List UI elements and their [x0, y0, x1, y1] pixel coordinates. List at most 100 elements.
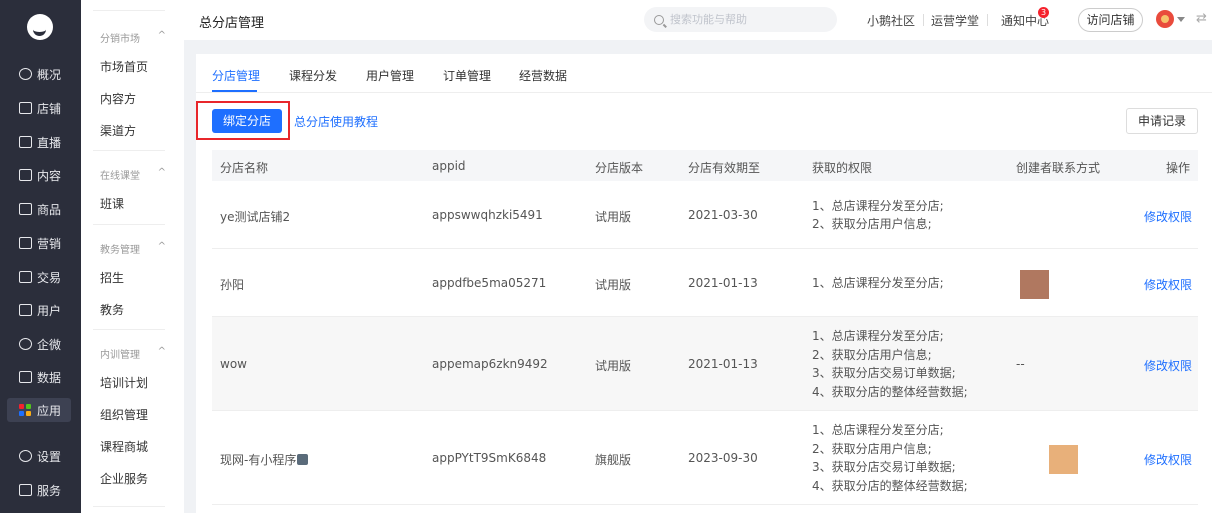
- tab-order-management[interactable]: 订单管理: [443, 67, 491, 84]
- subnav-divider: [93, 329, 165, 330]
- apps-icon: [19, 404, 32, 416]
- permission-item: 1、总店课程分发至分店;: [812, 423, 944, 437]
- wecom-icon: [19, 338, 32, 350]
- nav-item-label: 直播: [37, 135, 62, 150]
- nav-item-label: 营销: [37, 236, 62, 251]
- tutorial-link[interactable]: 总分店使用教程: [294, 113, 378, 130]
- apply-records-button[interactable]: 申请记录: [1126, 108, 1198, 134]
- link-community[interactable]: 小鹅社区: [867, 12, 915, 29]
- subnav-item[interactable]: 招生: [100, 269, 124, 286]
- subnav-group-header[interactable]: 教务管理 ^: [100, 241, 166, 256]
- tab-bar: 分店管理 课程分发 用户管理 订单管理 经营数据: [196, 54, 1212, 93]
- column-header: 获取的权限: [812, 161, 873, 175]
- permission-item: 3、获取分店交易订单数据;: [812, 366, 956, 380]
- edit-permissions-link[interactable]: 修改权限: [1144, 208, 1192, 225]
- subnav-item[interactable]: 企业服务: [100, 470, 148, 487]
- subnav-item[interactable]: 教务: [100, 301, 124, 318]
- subnav-group-header[interactable]: 在线课堂 ^: [100, 167, 166, 182]
- avatar[interactable]: [1156, 10, 1174, 28]
- expire-date-cell: 2023-09-30: [688, 451, 758, 465]
- subnav-item[interactable]: 培训计划: [100, 374, 148, 391]
- app-logo-icon[interactable]: [27, 14, 53, 40]
- tab-user-management[interactable]: 用户管理: [366, 67, 414, 84]
- column-header: 创建者联系方式: [1016, 161, 1101, 175]
- data-icon: [19, 371, 32, 383]
- subnav-group-header[interactable]: 分销市场 ^: [100, 30, 166, 45]
- goods-icon: [19, 203, 32, 215]
- content-panel: 分店管理 课程分发 用户管理 订单管理 经营数据 绑定分店 总分店使用教程 申请…: [196, 54, 1212, 513]
- main-nav: 概况店铺直播内容商品营销交易用户企微数据应用设置服务: [0, 0, 81, 513]
- subnav-divider: [93, 224, 165, 225]
- version-cell: 试用版: [595, 210, 632, 224]
- table-row: wow appemap6zkn9492 试用版 2021-01-13 1、总店课程分发至…: [212, 317, 1198, 411]
- subnav-item[interactable]: 渠道方: [100, 122, 136, 139]
- robot-emoji-icon: [297, 454, 309, 465]
- link-academy[interactable]: 运营学堂: [931, 12, 979, 29]
- nav-item-content[interactable]: 内容: [7, 163, 71, 187]
- nav-item-label: 数据: [37, 370, 62, 385]
- nav-item-service[interactable]: 服务: [7, 478, 71, 502]
- expire-date-cell: 2021-01-13: [688, 357, 758, 371]
- nav-item-label: 商品: [37, 202, 62, 217]
- nav-item-label: 应用: [37, 403, 62, 418]
- contact-qrcode-image[interactable]: [1049, 445, 1078, 474]
- version-cell: 旗舰版: [595, 453, 632, 467]
- nav-item-user[interactable]: 用户: [7, 298, 71, 322]
- subnav-divider: [93, 10, 165, 11]
- expire-date-cell: 2021-03-30: [688, 208, 758, 222]
- edit-permissions-link[interactable]: 修改权限: [1144, 451, 1192, 468]
- nav-item-apps[interactable]: 应用: [7, 398, 71, 422]
- chevron-up-icon[interactable]: ^: [158, 167, 166, 182]
- subnav-group-header[interactable]: 内训管理 ^: [100, 346, 166, 361]
- subnav-item[interactable]: 市场首页: [100, 58, 148, 75]
- search-icon: [654, 14, 664, 25]
- chevron-up-icon[interactable]: ^: [158, 346, 166, 361]
- subnav-item[interactable]: 班课: [100, 195, 124, 212]
- table-row: 孙阳 appdfbe5ma05271 试用版 2021-01-13 1、总店课程分发至分…: [212, 249, 1198, 317]
- edit-permissions-link[interactable]: 修改权限: [1144, 357, 1192, 374]
- tab-branch-management[interactable]: 分店管理: [212, 67, 260, 84]
- nav-item-goods[interactable]: 商品: [7, 197, 71, 221]
- subnav-item[interactable]: 课程商城: [100, 438, 148, 455]
- tab-course-distribution[interactable]: 课程分发: [289, 67, 337, 84]
- nav-item-trade[interactable]: 交易: [7, 265, 71, 289]
- search-box[interactable]: [644, 7, 837, 32]
- permission-item: 1、总店课程分发至分店;: [812, 275, 944, 290]
- chevron-up-icon[interactable]: ^: [158, 241, 166, 256]
- subnav-group-title: 内训管理: [100, 350, 140, 361]
- permissions-cell: 1、总店课程分发至分店;: [812, 274, 944, 293]
- contact-qrcode-image[interactable]: [1020, 270, 1049, 299]
- visit-store-button[interactable]: 访问店铺: [1078, 8, 1143, 32]
- switch-icon[interactable]: ⇄: [1196, 11, 1207, 26]
- nav-item-data[interactable]: 数据: [7, 365, 71, 389]
- subnav-item[interactable]: 组织管理: [100, 406, 148, 423]
- edit-permissions-link[interactable]: 修改权限: [1144, 276, 1192, 293]
- bind-branch-button[interactable]: 绑定分店: [212, 109, 282, 133]
- branch-name: ye测试店铺2: [220, 208, 290, 225]
- trade-icon: [19, 271, 32, 283]
- service-icon: [19, 484, 32, 496]
- nav-item-settings[interactable]: 设置: [7, 444, 71, 468]
- nav-item-label: 服务: [37, 483, 62, 498]
- subnav-group-title: 在线课堂: [100, 171, 140, 182]
- nav-item-live[interactable]: 直播: [7, 130, 71, 154]
- page-title: 总分店管理: [199, 16, 265, 31]
- chevron-down-icon[interactable]: [1177, 17, 1185, 22]
- nav-item-wecom[interactable]: 企微: [7, 332, 71, 356]
- search-input[interactable]: [670, 13, 820, 26]
- nav-item-marketing[interactable]: 营销: [7, 231, 71, 255]
- branch-name-text: ye测试店铺2: [220, 210, 291, 224]
- top-header: 总分店管理 小鹅社区 运营学堂 通知中心 3 访问店铺 ⇄: [184, 0, 1212, 40]
- table-row: ye测试店铺2 appswwqhzki5491 试用版 2021-03-30 1、总店课…: [212, 181, 1198, 249]
- branch-name-text: wow: [220, 357, 247, 371]
- subnav-group-title: 分销市场: [100, 34, 140, 45]
- tab-business-data[interactable]: 经营数据: [519, 67, 567, 84]
- nav-item-label: 内容: [37, 168, 62, 183]
- subnav-item[interactable]: 内容方: [100, 90, 136, 107]
- nav-item-label: 企微: [37, 337, 62, 352]
- nav-item-store[interactable]: 店铺: [7, 96, 71, 120]
- appid-cell: appemap6zkn9492: [432, 357, 548, 371]
- column-header: 分店版本: [595, 161, 644, 175]
- nav-item-overview[interactable]: 概况: [7, 62, 71, 86]
- chevron-up-icon[interactable]: ^: [158, 30, 166, 45]
